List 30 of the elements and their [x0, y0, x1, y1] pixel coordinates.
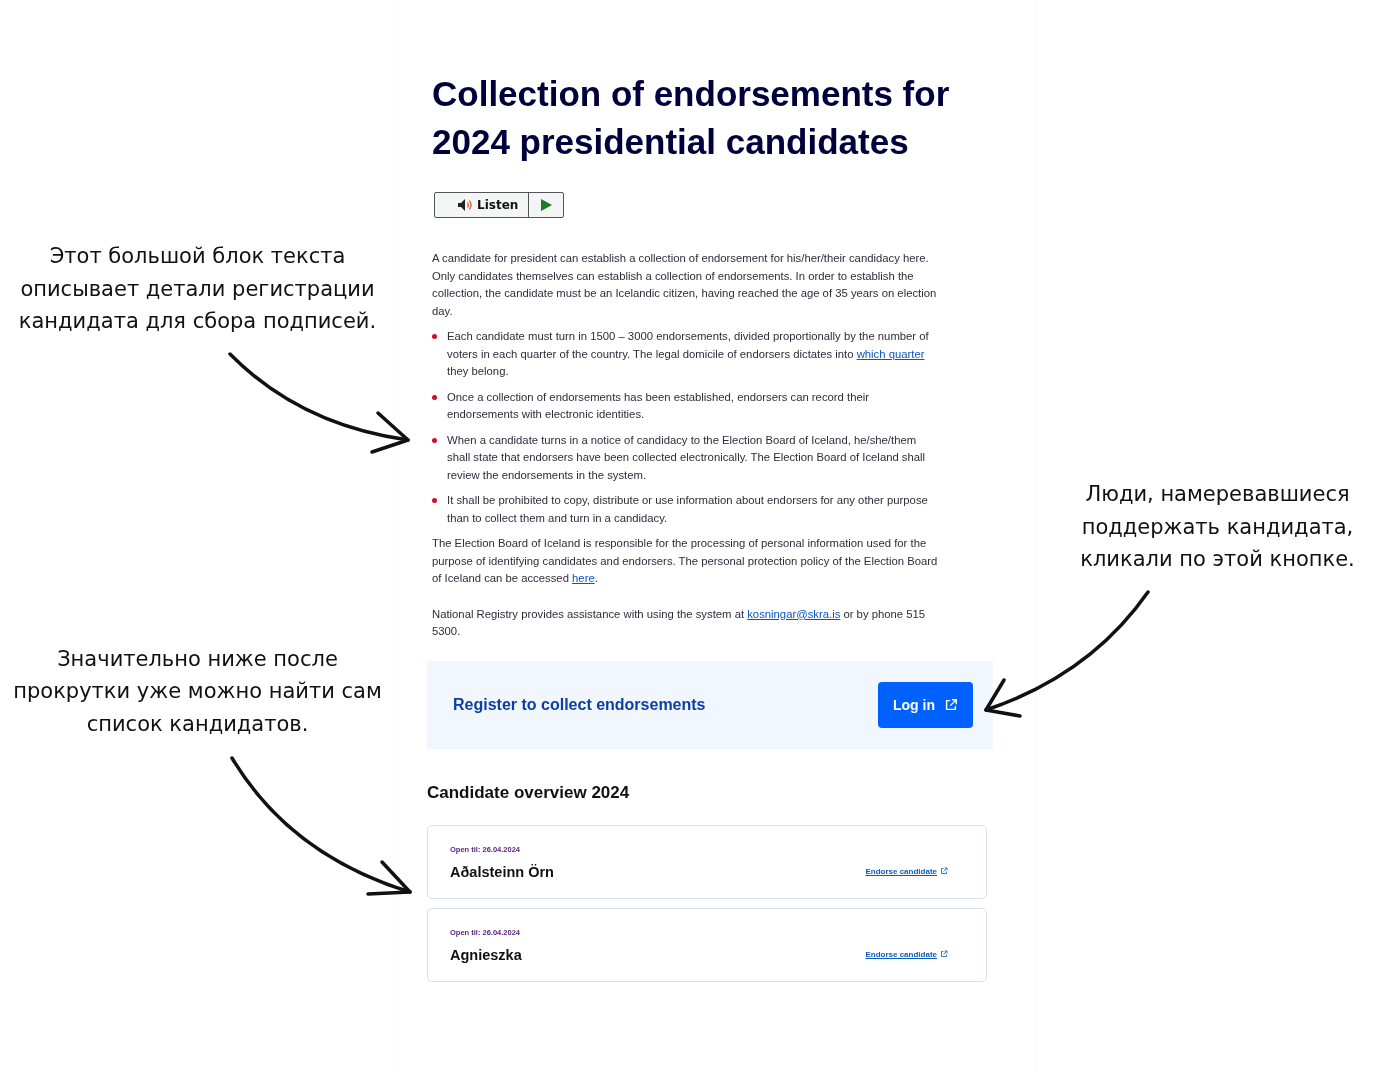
annotation-text: Люди, намеревавшиеся поддержать кандидата, кликали по этой кнопке.: [1079, 481, 1356, 573]
bullet-icon: [432, 498, 437, 503]
endorse-link[interactable]: Endorse candidate: [865, 949, 948, 959]
paragraph: National Registry provides assistance with using the system at kosningar@skra.is or by phone 515 5300.: [432, 606, 927, 639]
external-link-icon: [940, 867, 948, 875]
play-icon: [540, 199, 552, 211]
login-button[interactable]: Log in: [878, 681, 973, 728]
panel-heading: Register to collect endorsements: [453, 695, 706, 714]
list-item: Once a collection of endorsements has been established, endorsers can record their endorsements with electronic identities.: [447, 389, 870, 422]
list-item: It shall be prohibited to copy, distribute or use information about endorsers for any other purpose than to collect them and turn in a candidacy.: [447, 493, 929, 526]
link[interactable]: here: [572, 572, 595, 584]
bullet-icon: [432, 334, 437, 339]
list-item: Each candidate must turn in 1500 – 3000 endorsements, divided proportionally by the number of voters in each quarter of the country. The legal domicile of endorsers dictates into which quarter they belong.: [447, 329, 930, 379]
annotation-text: Значительно ниже после прокрутки уже можно найти сам список кандидатов.: [12, 645, 383, 738]
endorse-link[interactable]: Endorse candidate: [865, 866, 948, 876]
external-link-icon: [940, 950, 948, 958]
candidate-name: Aðalsteinn Örn: [450, 863, 554, 880]
page-title: Collection of endorsements for 2024 presidential candidates: [432, 73, 951, 163]
bullet-icon: [432, 437, 437, 443]
bullet-icon: [432, 394, 437, 400]
link[interactable]: which quarter: [856, 347, 925, 360]
annotation-text: Этот большой блок текста описывает детали регистрации кандидата для сбора подписей.: [17, 243, 378, 335]
speaker-icon: [457, 198, 473, 212]
section-heading: Candidate overview 2024: [427, 782, 631, 803]
paragraph: The Election Board of Iceland is responsible for the processing of personal information used for the purpose of identifying candidates and endorsers. The personal protection policy of the Election Board of Iceland can be accessed here.: [432, 536, 939, 586]
external-link-icon: [944, 697, 958, 712]
paragraph: A candidate for president can establish a collection of endorsement for his/her/their candidacy here. Only candidates themselves can establish a collection of endorsements. In order to establish the collection, the candidate must be an Icelandic citizen, having reached the age of 35 years on election day.: [432, 251, 938, 319]
link[interactable]: kosningar@skra.is: [747, 607, 841, 620]
candidate-name: Agnieszka: [450, 946, 522, 963]
list-item: When a candidate turns in a notice of candidacy to the Election Board of Iceland, he/she/them shall state that endorsers have been collected electronically. The Election Board of Iceland shall review the endorsements in the system.: [447, 432, 927, 483]
